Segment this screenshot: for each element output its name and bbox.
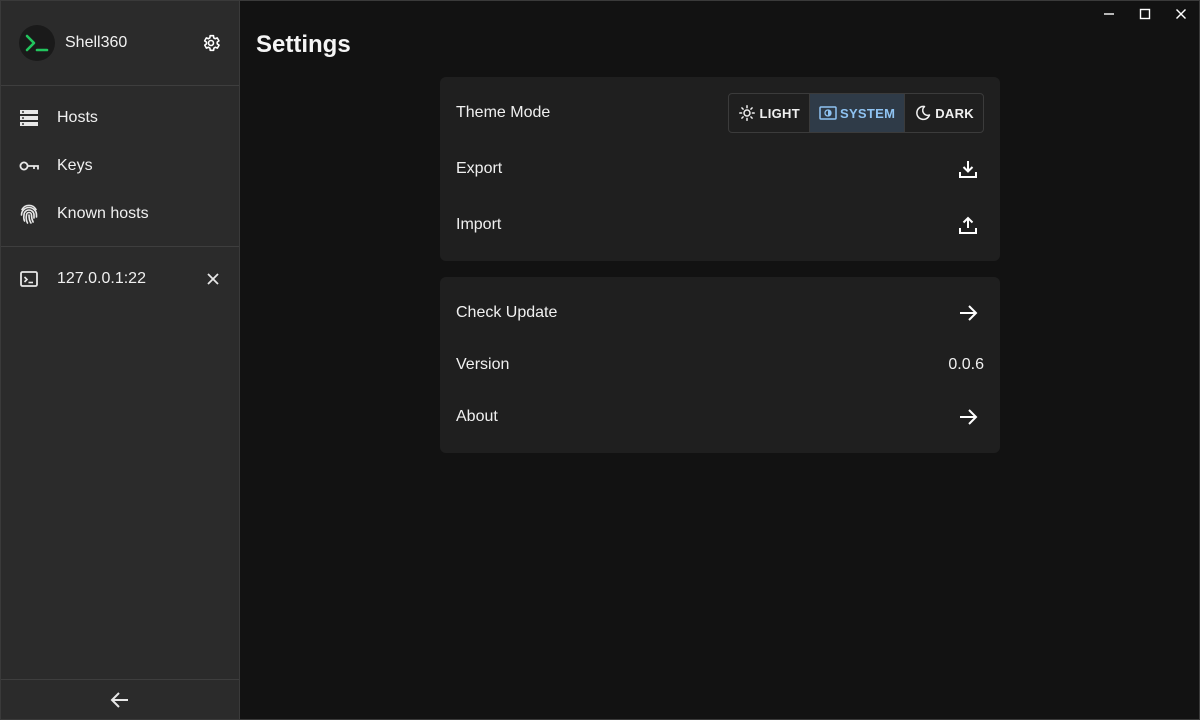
maximize-button[interactable] bbox=[1127, 1, 1163, 31]
import-label: Import bbox=[456, 216, 502, 233]
sidebar-item-known-hosts[interactable]: Known hosts bbox=[1, 190, 239, 238]
app-window: Shell360 Hosts Keys Known hosts 127.0.0.… bbox=[0, 0, 1200, 720]
moon-icon bbox=[914, 104, 932, 122]
arrow-right-icon[interactable] bbox=[956, 301, 980, 325]
collapse-sidebar-arrow-left-icon[interactable] bbox=[108, 688, 132, 712]
main-content: Settings Theme Mode LIGHT SYSTEM DARK Ex… bbox=[240, 1, 1199, 719]
about-label: About bbox=[456, 408, 498, 425]
version-row: Version 0.0.6 bbox=[456, 339, 984, 391]
system-theme-icon bbox=[819, 104, 837, 122]
app-logo-icon bbox=[19, 25, 55, 61]
theme-option-label: DARK bbox=[935, 105, 974, 121]
session-label: 127.0.0.1:22 bbox=[57, 270, 146, 287]
settings-card-general: Theme Mode LIGHT SYSTEM DARK Export Impo… bbox=[440, 77, 1000, 261]
sidebar-item-keys[interactable]: Keys bbox=[1, 142, 239, 190]
page-title: Settings bbox=[256, 31, 351, 58]
sidebar: Shell360 Hosts Keys Known hosts 127.0.0.… bbox=[1, 1, 240, 719]
sidebar-footer bbox=[1, 679, 239, 719]
export-label: Export bbox=[456, 160, 503, 177]
session-item[interactable]: 127.0.0.1:22 bbox=[1, 255, 239, 303]
theme-option-dark[interactable]: DARK bbox=[904, 94, 983, 132]
check-update-label: Check Update bbox=[456, 304, 558, 321]
terminal-icon bbox=[19, 269, 39, 289]
key-icon bbox=[19, 156, 39, 176]
window-controls bbox=[1091, 1, 1199, 31]
theme-option-label: SYSTEM bbox=[839, 105, 896, 121]
close-window-button[interactable] bbox=[1163, 1, 1199, 31]
theme-option-label: LIGHT bbox=[759, 105, 800, 121]
check-update-row[interactable]: Check Update bbox=[456, 287, 984, 339]
theme-mode-label: Theme Mode bbox=[456, 104, 551, 121]
sidebar-item-hosts[interactable]: Hosts bbox=[1, 94, 239, 142]
theme-option-light[interactable]: LIGHT bbox=[729, 94, 809, 132]
close-icon[interactable] bbox=[203, 269, 223, 289]
sidebar-nav: Hosts Keys Known hosts bbox=[1, 86, 239, 247]
app-name: Shell360 bbox=[65, 34, 128, 51]
upload-icon[interactable] bbox=[956, 213, 980, 237]
maximize-icon bbox=[1139, 7, 1151, 25]
about-row[interactable]: About bbox=[456, 391, 984, 443]
version-label: Version bbox=[456, 356, 510, 373]
brand-header: Shell360 bbox=[1, 1, 239, 86]
import-row[interactable]: Import bbox=[456, 197, 984, 253]
hosts-icon bbox=[19, 108, 39, 128]
theme-option-system[interactable]: SYSTEM bbox=[808, 94, 905, 132]
sidebar-item-label: Known hosts bbox=[57, 205, 149, 222]
settings-card-app: Check Update Version 0.0.6 About bbox=[440, 277, 1000, 453]
arrow-right-icon[interactable] bbox=[956, 405, 980, 429]
session-list: 127.0.0.1:22 bbox=[1, 247, 239, 311]
download-icon[interactable] bbox=[956, 157, 980, 181]
version-value: 0.0.6 bbox=[948, 356, 984, 373]
close-icon bbox=[1175, 7, 1187, 25]
fingerprint-icon bbox=[19, 204, 39, 224]
sun-icon bbox=[738, 104, 756, 122]
theme-mode-toggle: LIGHT SYSTEM DARK bbox=[728, 93, 984, 133]
export-row[interactable]: Export bbox=[456, 141, 984, 197]
gear-icon[interactable] bbox=[199, 31, 223, 55]
minimize-button[interactable] bbox=[1091, 1, 1127, 31]
minimize-icon bbox=[1103, 7, 1115, 25]
sidebar-item-label: Keys bbox=[57, 157, 93, 174]
theme-mode-row: Theme Mode LIGHT SYSTEM DARK bbox=[456, 85, 984, 141]
sidebar-item-label: Hosts bbox=[57, 109, 98, 126]
